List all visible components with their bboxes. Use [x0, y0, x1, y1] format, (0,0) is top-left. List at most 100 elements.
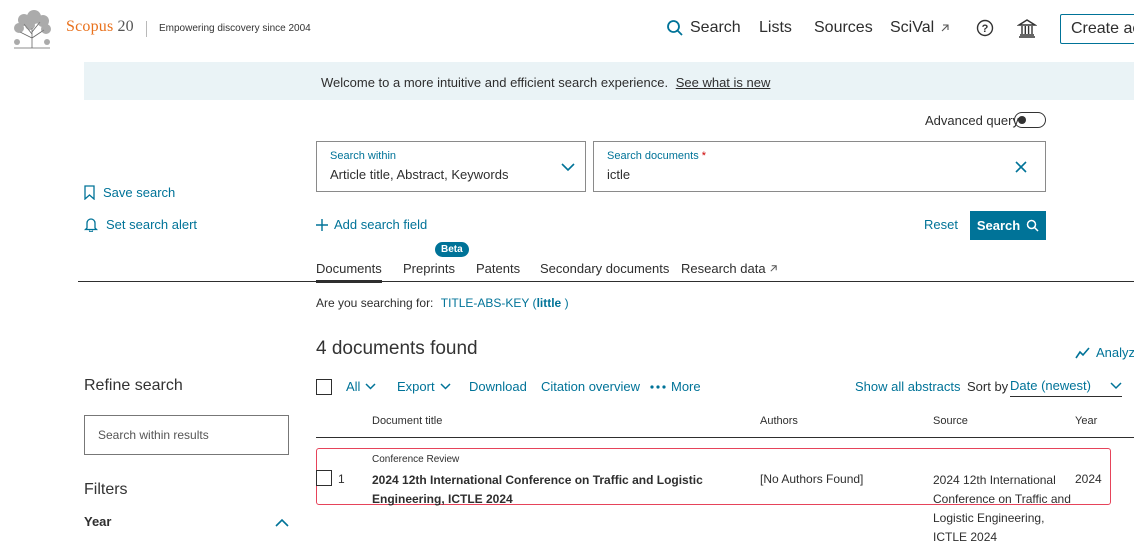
- row-checkbox[interactable]: [316, 470, 332, 486]
- clear-icon[interactable]: [1015, 161, 1027, 173]
- document-authors: [No Authors Found]: [760, 472, 864, 486]
- suggested-query-suffix: ): [564, 296, 569, 310]
- tab-secondary-documents[interactable]: Secondary documents: [540, 261, 669, 276]
- suggested-query-link[interactable]: TITLE-ABS-KEY (little ): [441, 296, 569, 310]
- brand-tagline: Empowering discovery since 2004: [159, 23, 311, 34]
- document-source-link[interactable]: 2024 12th International Conference on Tr…: [933, 471, 1073, 546]
- select-all-checkbox[interactable]: [316, 379, 332, 395]
- column-header-title[interactable]: Document title: [372, 415, 442, 427]
- plus-icon: [316, 218, 328, 231]
- column-header-source[interactable]: Source: [933, 415, 968, 427]
- nav-lists[interactable]: Lists: [759, 19, 792, 37]
- advanced-query-label: Advanced query: [925, 113, 1019, 128]
- more-dots-icon: [650, 384, 666, 389]
- select-all-dropdown[interactable]: All: [346, 379, 376, 394]
- search-documents-field[interactable]: Search documents * ictle: [593, 141, 1046, 192]
- tab-research-data-label: Research data: [681, 261, 766, 276]
- tabs-divider: [78, 281, 1134, 282]
- required-marker: *: [701, 150, 707, 162]
- tab-preprints[interactable]: Preprints: [403, 261, 455, 276]
- tab-patents[interactable]: Patents: [476, 261, 520, 276]
- help-icon[interactable]: ?: [976, 19, 994, 37]
- nav-scival-label: SciVal: [890, 19, 935, 36]
- suggested-query-prefix: TITLE-ABS-KEY (: [440, 296, 537, 310]
- refine-search-heading: Refine search: [84, 377, 183, 394]
- brand-number: 20: [117, 18, 134, 35]
- chevron-down-icon: [561, 163, 575, 172]
- create-account-button[interactable]: Create account: [1060, 14, 1134, 44]
- set-search-alert-link[interactable]: Set search alert: [84, 217, 197, 232]
- sort-select-value: Date (newest): [1010, 378, 1091, 393]
- search-documents-label-text: Search documents: [607, 150, 699, 162]
- tab-documents[interactable]: Documents: [316, 261, 382, 283]
- document-year: 2024: [1075, 472, 1102, 486]
- nav-sources[interactable]: Sources: [814, 19, 873, 37]
- table-header-divider: [316, 437, 1134, 438]
- reset-button[interactable]: Reset: [924, 217, 958, 232]
- search-documents-value: ictle: [607, 167, 631, 182]
- column-header-year[interactable]: Year: [1075, 415, 1097, 427]
- search-within-select[interactable]: Search within Article title, Abstract, K…: [316, 141, 586, 192]
- nav-lists-label: Lists: [759, 19, 792, 36]
- search-button-label: Search: [976, 218, 1021, 233]
- advanced-query-toggle[interactable]: [1014, 112, 1046, 128]
- search-button[interactable]: Search: [970, 211, 1046, 240]
- external-link-icon: [941, 24, 949, 32]
- banner-text: Welcome to a more intuitive and efficien…: [321, 75, 770, 90]
- toggle-knob: [1018, 115, 1026, 124]
- document-title-link[interactable]: 2024 12th International Conference on Tr…: [372, 471, 717, 509]
- brand-name: Scopus: [66, 18, 114, 35]
- add-search-field-label: Add search field: [334, 217, 428, 232]
- nav-search[interactable]: Search: [666, 19, 741, 37]
- export-dropdown[interactable]: Export: [397, 379, 451, 394]
- sort-select[interactable]: Date (newest): [1010, 378, 1122, 397]
- download-button[interactable]: Download: [469, 379, 527, 394]
- nav-search-label: Search: [690, 19, 741, 36]
- banner-message: Welcome to a more intuitive and efficien…: [321, 75, 669, 90]
- analyze-results-label: Analyze results: [1096, 345, 1134, 360]
- column-header-authors[interactable]: Authors: [760, 415, 798, 427]
- more-label: More: [671, 379, 701, 394]
- analyze-results-link[interactable]: Analyze results: [1075, 345, 1134, 360]
- search-suggestion: Are you searching for: TITLE-ABS-KEY (li…: [316, 296, 569, 310]
- nav-sources-label: Sources: [814, 19, 873, 36]
- chevron-down-icon: [365, 383, 376, 390]
- chevron-up-icon[interactable]: [275, 518, 289, 527]
- select-all-label: All: [346, 379, 361, 394]
- set-search-alert-label: Set search alert: [106, 217, 198, 232]
- save-search-link[interactable]: Save search: [84, 185, 175, 200]
- suggestion-label: Are you searching for:: [316, 296, 434, 310]
- search-documents-label: Search documents *: [607, 150, 706, 162]
- chevron-down-icon: [440, 383, 451, 390]
- svg-text:?: ?: [982, 23, 989, 35]
- results-count: 4 documents found: [316, 338, 478, 359]
- bell-icon: [84, 218, 98, 232]
- institution-icon[interactable]: [1017, 18, 1037, 38]
- save-search-label: Save search: [103, 185, 176, 200]
- search-within-results-input[interactable]: Search within results: [84, 415, 289, 455]
- tab-research-data[interactable]: Research data: [681, 261, 778, 276]
- see-what-is-new-link[interactable]: See what is new: [676, 75, 771, 90]
- more-button[interactable]: More: [650, 379, 701, 394]
- search-within-value: Article title, Abstract, Keywords: [330, 167, 509, 182]
- external-link-icon: [770, 265, 777, 272]
- row-number: 1: [338, 472, 345, 486]
- year-filter-label: Year: [84, 514, 112, 529]
- bookmark-icon: [84, 185, 95, 200]
- search-within-label: Search within: [330, 150, 397, 162]
- beta-badge: Beta: [435, 242, 469, 257]
- brand-divider: [146, 21, 147, 37]
- citation-overview-button[interactable]: Citation overview: [541, 379, 640, 394]
- scopus-logo[interactable]: Scopus 20: [66, 18, 134, 36]
- search-icon: [667, 20, 683, 36]
- document-type: Conference Review: [372, 454, 460, 465]
- elsevier-logo-icon[interactable]: [10, 8, 54, 50]
- filters-heading: Filters: [84, 481, 128, 498]
- sort-by-label: Sort by: [967, 379, 1009, 394]
- chevron-down-icon: [1110, 381, 1122, 389]
- suggested-query-term: little: [536, 296, 562, 310]
- nav-scival[interactable]: SciVal: [890, 19, 950, 37]
- show-all-abstracts-button[interactable]: Show all abstracts: [855, 379, 961, 394]
- chart-line-icon: [1075, 346, 1090, 358]
- add-search-field-button[interactable]: Add search field: [316, 217, 427, 232]
